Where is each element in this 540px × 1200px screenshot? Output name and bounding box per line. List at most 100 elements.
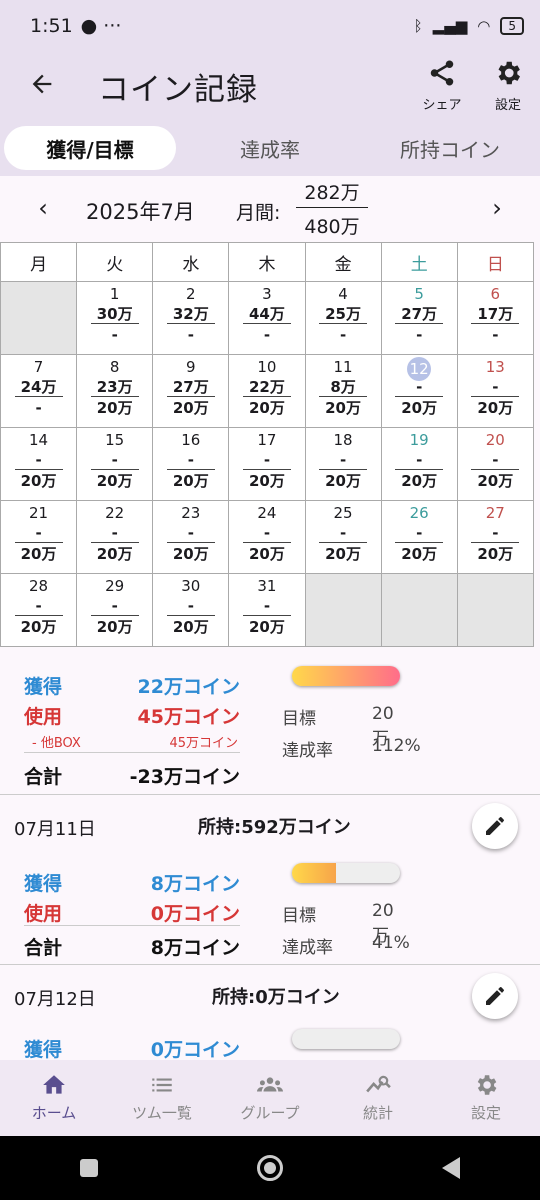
calendar-day-13[interactable]: 13- 20万 bbox=[456, 354, 534, 428]
calendar-day-19[interactable]: 19- 20万 bbox=[380, 427, 458, 501]
back-button[interactable] bbox=[22, 64, 62, 104]
calendar-day-8[interactable]: 8 23万 20万 bbox=[76, 354, 154, 428]
calendar-day-26[interactable]: 26- 20万 bbox=[380, 500, 458, 574]
calendar-day-15[interactable]: 15- 20万 bbox=[76, 427, 154, 501]
calendar-day-6[interactable]: 6 17万 - bbox=[456, 281, 534, 355]
edit-button[interactable] bbox=[472, 973, 518, 1019]
share-label: シェア bbox=[422, 98, 462, 113]
tab-owned-coins[interactable]: 所持コイン bbox=[364, 126, 536, 170]
day-earned: 22万 bbox=[242, 377, 291, 397]
pencil-icon bbox=[486, 987, 504, 1005]
calendar-day-28[interactable]: 28- 20万 bbox=[0, 573, 78, 647]
day-target: 20万 bbox=[325, 399, 361, 417]
used-label: 使用 bbox=[24, 903, 63, 925]
day-number: 5 bbox=[414, 285, 424, 303]
next-month-button[interactable]: › bbox=[482, 194, 512, 222]
other-box-value: 45万コイン bbox=[169, 736, 238, 751]
calendar-day-29[interactable]: 29- 20万 bbox=[76, 573, 154, 647]
earned-label: 獲得 bbox=[24, 873, 63, 895]
calendar-day-11[interactable]: 11 8万 20万 bbox=[304, 354, 382, 428]
notification-icon: ● ··· bbox=[80, 15, 122, 37]
day-earned: - bbox=[14, 596, 63, 616]
day-number: 9 bbox=[186, 358, 196, 376]
entry-0712[interactable]: 07月12日 所持:0万コイン 獲得 0万コイン bbox=[0, 965, 540, 1060]
nav-settings[interactable]: 設定 bbox=[432, 1060, 540, 1136]
prev-month-button[interactable]: ‹ bbox=[28, 194, 58, 222]
home-system-button[interactable] bbox=[256, 1155, 283, 1181]
weekday-fri: 金 bbox=[304, 242, 382, 282]
calendar-day-9[interactable]: 9 27万 20万 bbox=[152, 354, 230, 428]
day-target: 20万 bbox=[172, 472, 209, 490]
edit-button[interactable] bbox=[472, 803, 518, 849]
calendar-day-17[interactable]: 17- 20万 bbox=[228, 427, 306, 501]
calendar-day-27[interactable]: 27- 20万 bbox=[456, 500, 534, 574]
calendar-day-22[interactable]: 22- 20万 bbox=[76, 500, 154, 574]
day-earned: 32万 bbox=[166, 304, 215, 324]
used-value: 45万コイン bbox=[137, 706, 240, 728]
monthly-fraction: 282万 480万 bbox=[296, 178, 368, 239]
calendar-day-30[interactable]: 30- 20万 bbox=[152, 573, 230, 647]
nav-home[interactable]: ホーム bbox=[0, 1060, 108, 1136]
day-target: 20万 bbox=[401, 472, 438, 490]
day-number: 2 bbox=[186, 285, 196, 303]
share-button[interactable]: シェア bbox=[412, 58, 472, 113]
calendar-day-4[interactable]: 4 25万 - bbox=[304, 281, 382, 355]
day-earned: - bbox=[471, 523, 520, 543]
day-target: - bbox=[111, 326, 118, 344]
rate-value: 41% bbox=[372, 933, 410, 953]
page-title: コイン記録 bbox=[98, 72, 258, 108]
day-number: 1 bbox=[109, 285, 120, 303]
day-earned: - bbox=[166, 450, 215, 470]
calendar-day-16[interactable]: 16- 20万 bbox=[152, 427, 230, 501]
calendar-empty-cell bbox=[0, 281, 78, 355]
day-earned: - bbox=[166, 523, 215, 543]
calendar-week: 28-20万 29-20万 30-20万 31-20万 bbox=[0, 573, 540, 647]
day-target: 20万 bbox=[249, 472, 285, 490]
system-navigation-bar bbox=[0, 1136, 540, 1200]
calendar-day-20[interactable]: 20- 20万 bbox=[456, 427, 534, 501]
calendar-day-3[interactable]: 3 44万 - bbox=[228, 281, 306, 355]
day-number: 19 bbox=[409, 431, 429, 449]
calendar-day-2[interactable]: 2 32万 - bbox=[152, 281, 230, 355]
nav-stats[interactable]: 統計 bbox=[324, 1060, 432, 1136]
calendar-day-10[interactable]: 10 22万 20万 bbox=[228, 354, 306, 428]
calendar-week: 1 30万 - 2 32万 - 3 44万 - 4 25万 - 5 27万 - 6 17万 - bbox=[0, 281, 540, 355]
back-system-button[interactable] bbox=[442, 1157, 461, 1179]
day-earned: - bbox=[471, 450, 520, 470]
day-number: 29 bbox=[105, 577, 125, 595]
calendar-day-18[interactable]: 18- 20万 bbox=[304, 427, 382, 501]
day-number: 28 bbox=[29, 577, 49, 595]
day-number: 13 bbox=[485, 358, 505, 376]
calendar-empty-cell bbox=[380, 573, 458, 647]
day-target: 20万 bbox=[96, 545, 133, 563]
entry-0710[interactable]: 獲得 22万コイン 使用 45万コイン - 他BOX 45万コイン 合計 -23… bbox=[0, 652, 540, 795]
calendar-day-12[interactable]: 12- 20万 bbox=[380, 354, 458, 428]
recents-button[interactable] bbox=[79, 1159, 98, 1177]
calendar-day-25[interactable]: 25- 20万 bbox=[304, 500, 382, 574]
entry-0711[interactable]: 07月11日 所持:592万コイン 獲得 8万コイン 使用 0万コイン 合計 8… bbox=[0, 795, 540, 965]
calendar-day-21[interactable]: 21- 20万 bbox=[0, 500, 78, 574]
calendar-day-1[interactable]: 1 30万 - bbox=[76, 281, 154, 355]
day-target: 20万 bbox=[325, 545, 361, 563]
calendar-week: 21-20万 22-20万 23-20万 24-20万 25-20万 26-20万 27-2… bbox=[0, 500, 540, 574]
calendar-day-24[interactable]: 24- 20万 bbox=[228, 500, 306, 574]
calendar-day-14[interactable]: 14- 20万 bbox=[0, 427, 78, 501]
calendar-day-31[interactable]: 31- 20万 bbox=[228, 573, 306, 647]
nav-settings-label: 設定 bbox=[470, 1104, 501, 1122]
pencil-icon bbox=[486, 817, 504, 835]
nav-group[interactable]: グループ bbox=[216, 1060, 324, 1136]
settings-button[interactable]: 設定 bbox=[478, 58, 538, 113]
earned-value: 0万コイン bbox=[150, 1039, 240, 1060]
nav-tsum-list[interactable]: ツム一覧 bbox=[108, 1060, 216, 1136]
day-earned: - bbox=[166, 596, 215, 616]
tab-earned-target[interactable]: 獲得/目標 bbox=[4, 126, 176, 170]
calendar-day-7[interactable]: 7 24万 - bbox=[0, 354, 78, 428]
calendar: 月 火 水 木 金 土 日 1 30万 -2 32万 -3 44万 -4 25万 -5 27万 -6… bbox=[0, 242, 540, 647]
calendar-day-5[interactable]: 5 27万 - bbox=[380, 281, 458, 355]
bottom-navigation: ホーム ツム一覧 グループ 統計 設定 bbox=[0, 1060, 540, 1136]
entry-owned: 所持:0万コイン bbox=[212, 987, 340, 1008]
day-target: 20万 bbox=[172, 545, 209, 563]
calendar-day-23[interactable]: 23- 20万 bbox=[152, 500, 230, 574]
tab-achievement-rate[interactable]: 達成率 bbox=[184, 126, 356, 170]
chevron-left-icon: ‹ bbox=[38, 194, 48, 222]
